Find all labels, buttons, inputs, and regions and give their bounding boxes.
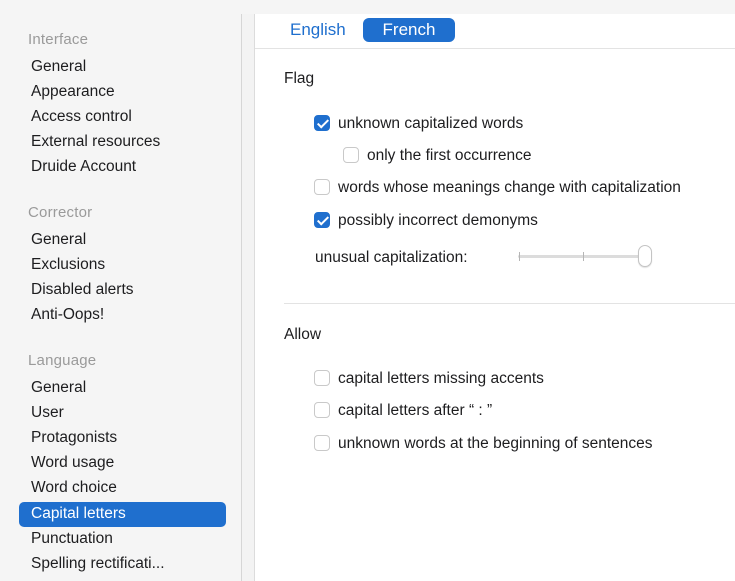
checkbox-words-meaning-change[interactable]	[314, 179, 330, 195]
checkbox-only-first-occurrence[interactable]	[343, 147, 359, 163]
sidebar-item-spelling-rectification[interactable]: Spelling rectificati...	[31, 552, 165, 576]
sidebar-gutter	[242, 14, 254, 581]
sidebar-item-protagonists[interactable]: Protagonists	[31, 426, 117, 450]
checkbox-label-incorrect-demonyms[interactable]: possibly incorrect demonyms	[338, 212, 538, 230]
checkbox-unknown-capitalized-words[interactable]	[314, 115, 330, 131]
sidebar-item-word-choice[interactable]: Word choice	[31, 476, 117, 500]
sidebar-item-language-general[interactable]: General	[31, 376, 86, 400]
window-top-strip	[0, 0, 735, 14]
sidebar-item-exclusions[interactable]: Exclusions	[31, 253, 105, 277]
checkbox-incorrect-demonyms[interactable]	[314, 212, 330, 228]
sidebar-item-general[interactable]: General	[31, 55, 86, 79]
checkbox-label-unknown-capitalized-words[interactable]: unknown capitalized words	[338, 115, 523, 133]
slider-tick	[519, 252, 520, 261]
checkbox-missing-accents[interactable]	[314, 370, 330, 386]
content-divider	[254, 14, 255, 581]
slider-knob[interactable]	[638, 245, 652, 267]
sidebar-item-anti-oops[interactable]: Anti-Oops!	[31, 303, 104, 327]
checkbox-label-missing-accents[interactable]: capital letters missing accents	[338, 370, 544, 388]
checkbox-unknown-words-sentence-start[interactable]	[314, 435, 330, 451]
sidebar-item-disabled-alerts[interactable]: Disabled alerts	[31, 278, 134, 302]
sidebar-section-language: Language	[28, 352, 97, 369]
sidebar-section-corrector: Corrector	[28, 204, 93, 221]
sidebar-item-word-usage[interactable]: Word usage	[31, 451, 114, 475]
checkbox-after-colon[interactable]	[314, 402, 330, 418]
unusual-capitalization-label: unusual capitalization:	[315, 249, 468, 266]
sidebar-item-access-control[interactable]: Access control	[31, 105, 132, 129]
tabs-divider	[255, 48, 735, 49]
slider-tick	[583, 252, 584, 261]
tab-english[interactable]: English	[290, 18, 346, 42]
sidebar-section-interface: Interface	[28, 31, 89, 48]
sidebar-item-external-resources[interactable]: External resources	[31, 130, 160, 154]
tab-french[interactable]: French	[363, 18, 455, 42]
sidebar-item-punctuation[interactable]: Punctuation	[31, 527, 113, 551]
unusual-capitalization-slider[interactable]	[518, 255, 646, 258]
flag-group-label: Flag	[284, 70, 315, 87]
sidebar-item-druide-account[interactable]: Druide Account	[31, 155, 136, 179]
sidebar-item-appearance[interactable]: Appearance	[31, 80, 115, 104]
checkbox-label-after-colon[interactable]: capital letters after “ : ”	[338, 402, 492, 420]
group-divider	[284, 303, 735, 304]
sidebar-item-user[interactable]: User	[31, 401, 64, 425]
checkbox-label-words-meaning-change[interactable]: words whose meanings change with capital…	[338, 179, 681, 197]
sidebar-item-capital-letters[interactable]: Capital letters	[31, 502, 126, 526]
checkbox-label-unknown-words-sentence-start[interactable]: unknown words at the beginning of senten…	[338, 435, 653, 453]
allow-group-label: Allow	[284, 326, 322, 343]
checkbox-label-only-first-occurrence[interactable]: only the first occurrence	[367, 147, 532, 165]
sidebar-item-corrector-general[interactable]: General	[31, 228, 86, 252]
